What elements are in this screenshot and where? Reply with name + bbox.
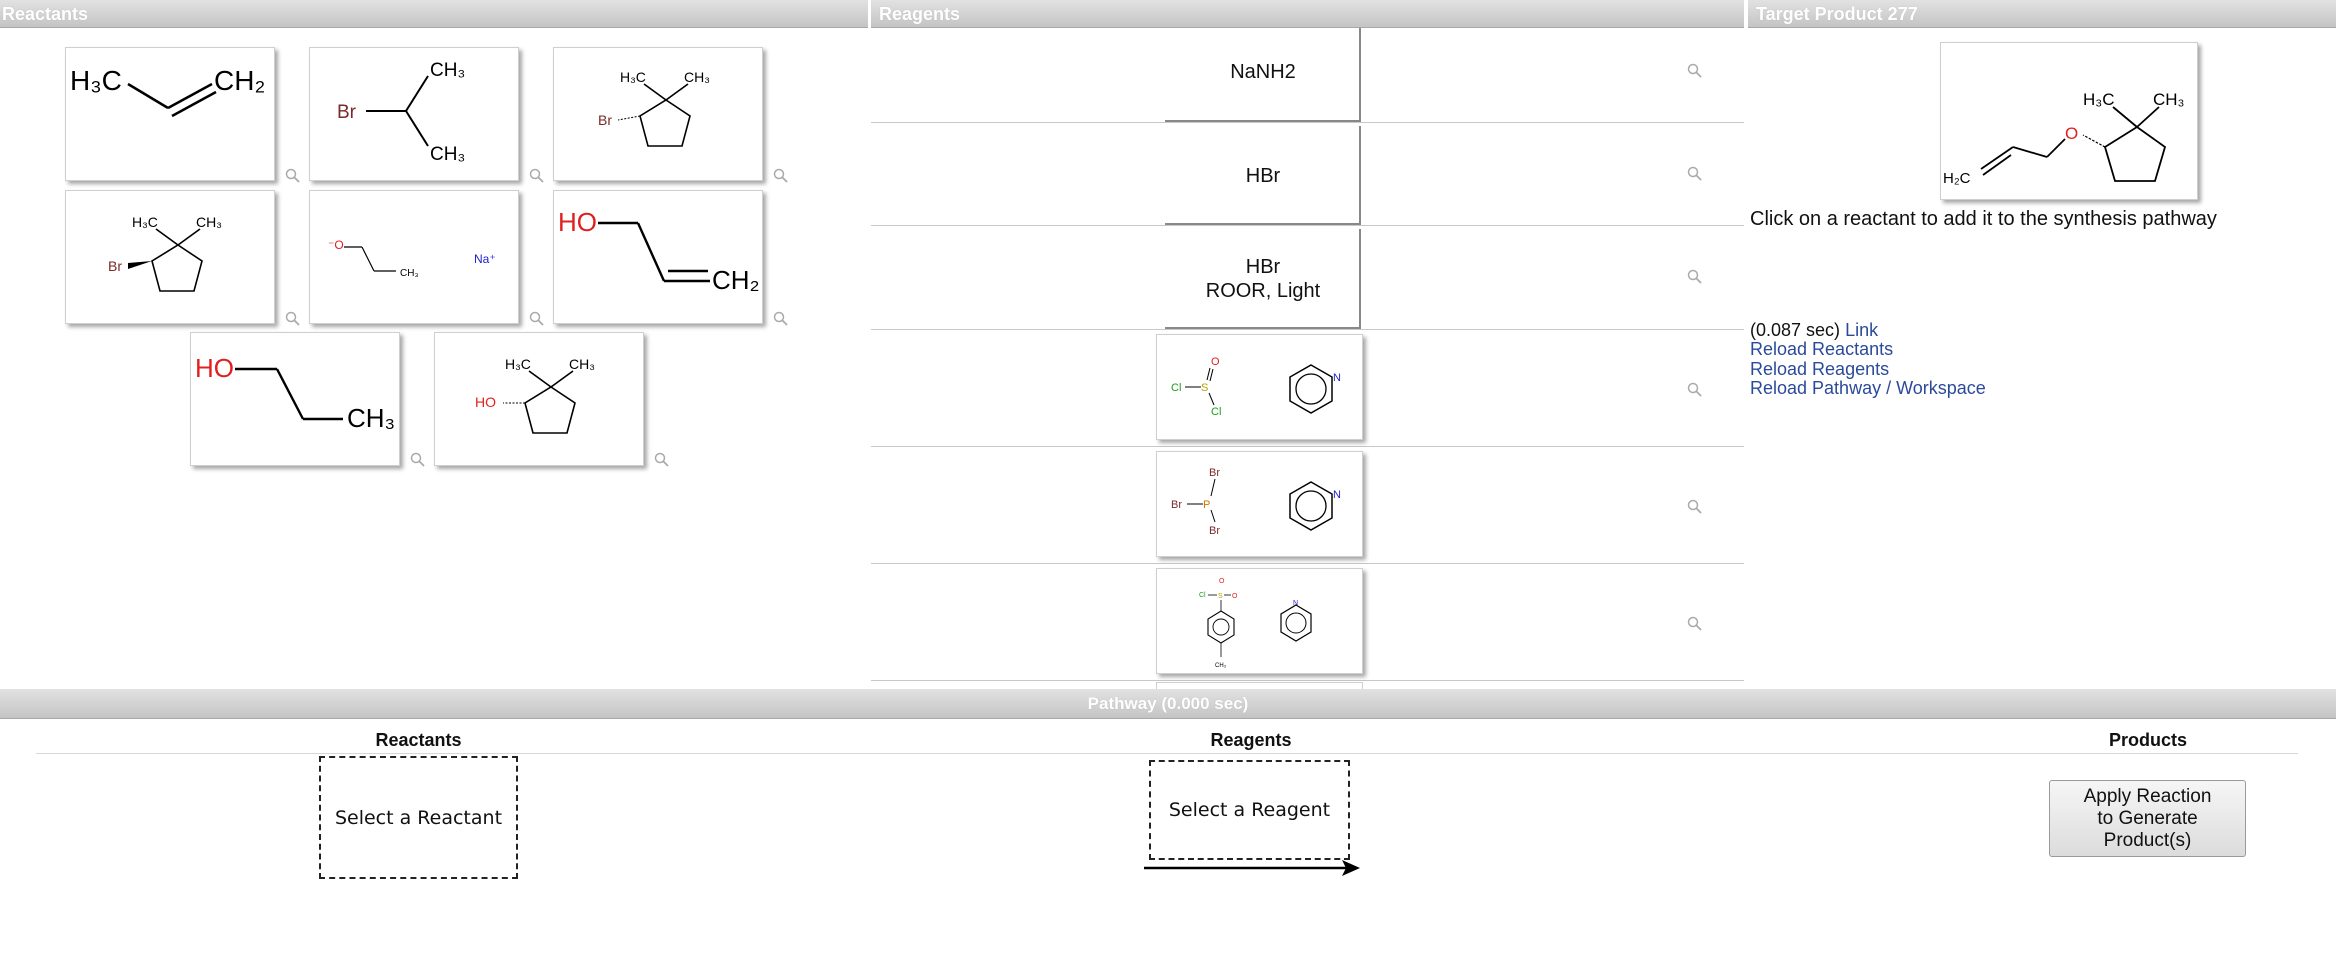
reagent-card[interactable]: Br Br P Br N [1156,451,1363,557]
apply-line1: Apply Reaction [2083,785,2212,807]
zoom-icon[interactable] [1687,382,1703,398]
reagent-card[interactable]: O Cl S O CH₃ N [1156,568,1363,674]
zoom-icon[interactable] [1687,499,1703,515]
select-reactant-label: Select a Reactant [334,806,503,829]
reagent-row-socl2-pyridine[interactable]: Cl S O Cl N [871,330,1744,447]
pathway-col-products: Products [2108,730,2187,750]
pathway-col-reagents: Reagents [1210,730,1292,750]
instruction-text: Click on a reactant to add it to the syn… [1750,208,2217,230]
timing-text: (0.087 sec) [1750,320,1841,340]
label-h2c: H₂C [1943,170,1971,187]
select-reagent-box[interactable]: Select a Reagent [1149,760,1350,860]
pathway-header: Pathway (0.000 sec) [0,689,2336,719]
label-br: Br [1171,499,1182,511]
label-n: N [1333,372,1341,384]
reload-links: Reload Reactants Reload Reagents Reload … [1750,339,1986,399]
pathway-panel: Reactants Reagents Products Select a Rea… [0,719,2336,980]
zoom-icon[interactable] [1687,616,1703,632]
reagent-row-hbr[interactable]: HBr [871,124,1744,226]
reagent-row-nanh2[interactable]: NaNH2 [871,28,1744,123]
select-reactant-box[interactable]: Select a Reactant [319,756,518,879]
reaction-arrow [1144,860,1360,876]
label-ch3: CH₃ [1215,663,1227,669]
label-n: N [1293,600,1298,607]
label-cl: Cl [1211,406,1221,418]
label-s: S [1201,382,1208,394]
zoom-icon[interactable] [1687,166,1703,182]
zoom-icon[interactable] [1687,269,1703,285]
apply-reaction-button[interactable]: Apply Reaction to Generate Product(s) [2049,780,2246,857]
reload-reactants-link[interactable]: Reload Reactants [1750,339,1893,359]
label-p: P [1203,499,1210,511]
target-molecule: H₃C CH₃ O H₂C [1940,42,2198,200]
label-br: Br [1209,525,1220,537]
reload-reagents-link[interactable]: Reload Reagents [1750,359,1889,379]
label-s: S [1218,593,1223,600]
reagent-row-pbr3-pyridine[interactable]: Br Br P Br N [871,447,1744,564]
reagent-label: NaNH2 [1230,61,1296,83]
label-o: O [1211,356,1220,368]
timing-line: (0.087 sec) Link [1750,320,1878,340]
label-h3c: H₃C [2083,90,2114,109]
reagent-condition: ROOR, Light [1205,280,1321,302]
reload-pathway-link[interactable]: Reload Pathway / Workspace [1750,378,1986,398]
apply-line3: Product(s) [2103,829,2192,851]
label-o: O [2065,124,2078,143]
reagent-card[interactable]: Cl S O Cl N [1156,334,1363,440]
reagent-row-partial [1156,682,1363,689]
apply-line2: to Generate [2097,807,2198,829]
label-ch3: CH₃ [2153,90,2184,109]
label-o: O [1219,578,1225,585]
reagent-label: HBr [1245,165,1281,187]
link-link[interactable]: Link [1845,320,1878,340]
target-panel: H₃C CH₃ O H₂C Click on a reactant to add… [1748,28,2336,688]
pathway-divider [36,753,2298,754]
pathway-col-reactants: Reactants [375,730,462,750]
label-cl: Cl [1199,592,1206,599]
reagent-row-tscl-pyridine[interactable]: O Cl S O CH₃ N [871,564,1744,681]
reagent-row-hbr-roor[interactable]: HBr ROOR, Light [871,227,1744,330]
label-br: Br [1209,467,1220,479]
label-n: N [1333,489,1341,501]
label-o: O [1232,593,1238,600]
zoom-icon[interactable] [1687,63,1703,79]
label-cl: Cl [1171,382,1181,394]
reagent-label: HBr [1245,256,1281,278]
select-reagent-label: Select a Reagent [1168,799,1331,821]
